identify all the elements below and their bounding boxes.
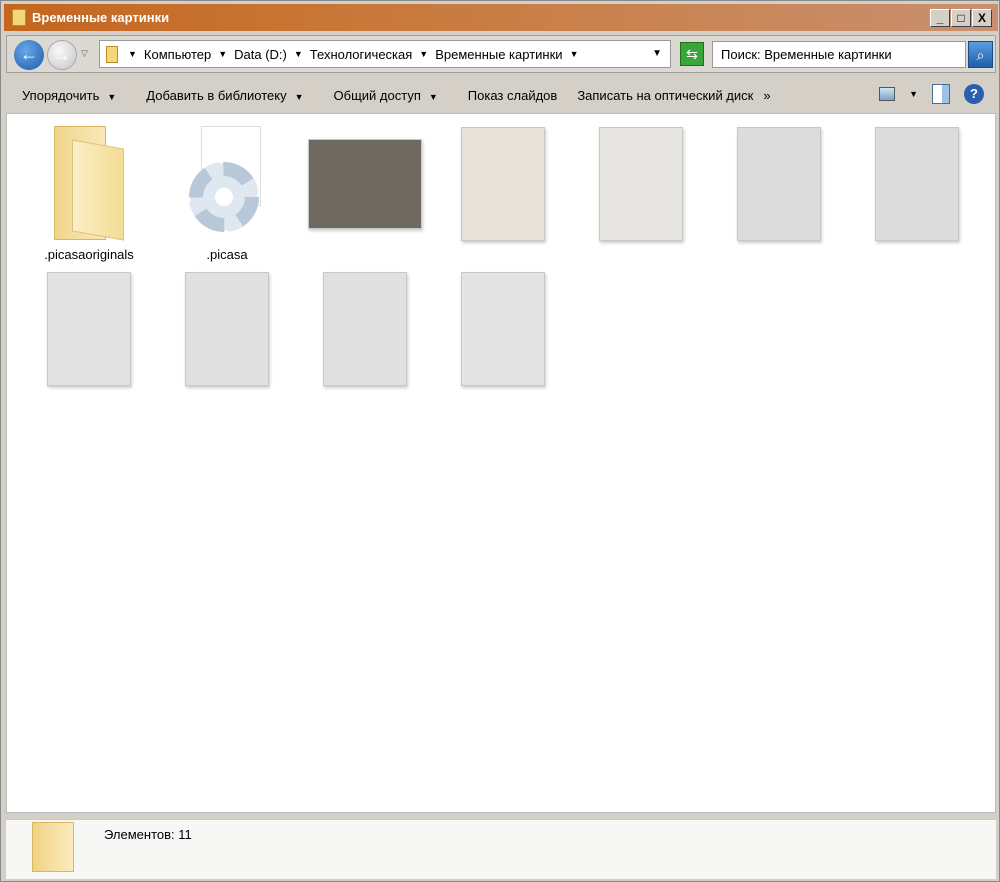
chevron-down-icon: ▼ xyxy=(107,91,117,102)
add-to-library-button[interactable]: Добавить в библиотеку ▼ xyxy=(130,88,317,103)
forward-button[interactable]: → xyxy=(47,40,77,70)
chevron-icon[interactable]: ▼ xyxy=(419,49,428,59)
breadcrumb-current[interactable]: Временные картинки xyxy=(435,47,562,62)
preview-pane-icon[interactable] xyxy=(932,84,950,104)
image-thumbnail xyxy=(47,272,131,386)
folder-icon xyxy=(106,46,118,63)
search-input[interactable]: Поиск: Временные картинки xyxy=(712,41,966,68)
organize-button[interactable]: Упорядочить ▼ xyxy=(6,88,130,103)
views-dropdown-icon[interactable]: ▼ xyxy=(909,89,918,99)
maximize-button[interactable]: □ xyxy=(951,9,971,27)
file-item[interactable] xyxy=(443,271,563,386)
back-button[interactable]: ← xyxy=(14,40,44,70)
file-item[interactable]: .picasaoriginals xyxy=(29,126,149,262)
views-icon[interactable] xyxy=(879,87,896,101)
share-label: Общий доступ xyxy=(333,87,421,103)
image-thumbnail xyxy=(737,127,821,241)
file-item[interactable] xyxy=(443,126,563,241)
image-thumbnail xyxy=(599,127,683,241)
search-button[interactable]: ⌕ xyxy=(968,41,993,68)
status-bar: Элементов: 11 xyxy=(6,819,996,879)
file-item[interactable] xyxy=(581,126,701,241)
file-item[interactable] xyxy=(305,271,425,386)
window-title: Временные картинки xyxy=(32,10,170,25)
folder-icon xyxy=(32,822,74,872)
breadcrumb-tech[interactable]: Технологическая xyxy=(310,47,413,62)
image-thumbnail xyxy=(461,127,545,241)
history-dropdown-icon[interactable]: ▽ xyxy=(81,48,88,59)
image-thumbnail xyxy=(308,139,422,229)
add-library-label: Добавить в библиотеку xyxy=(146,87,287,103)
refresh-button[interactable]: ⇆ xyxy=(680,42,704,66)
share-button[interactable]: Общий доступ ▼ xyxy=(318,88,452,103)
item-count: Элементов: 11 xyxy=(104,827,192,842)
slideshow-button[interactable]: Показ слайдов xyxy=(452,88,572,103)
navigation-bar: ← → ▽ ▼ Компьютер ▼ Data (D:) ▼ Технолог… xyxy=(6,35,996,73)
file-list: .picasaoriginals .picasa xyxy=(6,113,996,813)
file-item[interactable] xyxy=(167,271,287,386)
chevron-icon[interactable]: ▼ xyxy=(128,49,137,59)
command-bar: Упорядочить ▼ Добавить в библиотеку ▼ Общи… xyxy=(6,79,996,111)
address-bar[interactable]: ▼ Компьютер ▼ Data (D:) ▼ Технологическа… xyxy=(99,40,671,68)
settings-file-icon xyxy=(187,126,267,241)
file-item[interactable] xyxy=(857,126,977,241)
breadcrumb-computer[interactable]: Компьютер xyxy=(144,47,211,62)
file-item[interactable] xyxy=(719,126,839,241)
chevron-down-icon: ▼ xyxy=(428,91,438,102)
more-button[interactable]: » xyxy=(763,88,770,103)
image-thumbnail xyxy=(461,272,545,386)
close-button[interactable]: X xyxy=(972,9,992,27)
file-name: .picasa xyxy=(206,247,248,262)
organize-label: Упорядочить xyxy=(22,87,100,103)
breadcrumb-data-d[interactable]: Data (D:) xyxy=(234,47,287,62)
chevron-icon[interactable]: ▼ xyxy=(218,49,227,59)
folder-icon xyxy=(54,126,124,241)
file-item[interactable]: .picasa xyxy=(167,126,287,262)
folder-icon xyxy=(12,9,26,26)
help-button[interactable]: ? xyxy=(964,84,984,104)
title-bar[interactable]: Временные картинки _ □ X xyxy=(4,4,998,31)
image-thumbnail xyxy=(185,272,269,386)
chevron-down-icon: ▼ xyxy=(294,91,304,102)
image-thumbnail xyxy=(323,272,407,386)
explorer-window: Временные картинки _ □ X ← → ▽ ▼ Компьют… xyxy=(0,0,1000,882)
file-item[interactable] xyxy=(29,271,149,386)
minimize-button[interactable]: _ xyxy=(930,9,950,27)
image-thumbnail xyxy=(875,127,959,241)
file-name: .picasaoriginals xyxy=(44,247,134,262)
address-dropdown-icon[interactable]: ▼ xyxy=(652,48,662,59)
chevron-icon[interactable]: ▼ xyxy=(570,49,579,59)
burn-button[interactable]: Записать на оптический диск xyxy=(571,88,763,103)
file-item[interactable] xyxy=(305,126,425,229)
chevron-icon[interactable]: ▼ xyxy=(294,49,303,59)
